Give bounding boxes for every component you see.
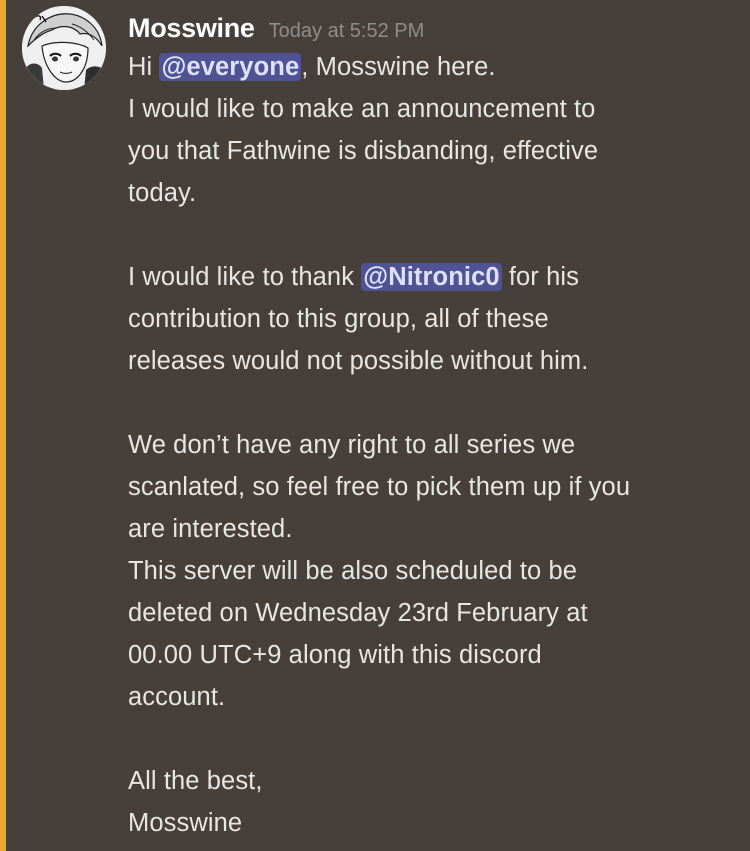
message-line: This server will be also scheduled to be bbox=[128, 557, 578, 585]
message-content: Mosswine Today at 5:52 PM Hi @everyone, … bbox=[128, 6, 740, 844]
mention-everyone[interactable]: @everyone bbox=[159, 53, 302, 81]
message-line: contribution to this group, all of these bbox=[128, 305, 549, 333]
message-line: scanlated, so feel free to pick them up … bbox=[128, 473, 631, 501]
message-body: Hi @everyone, Mosswine here. I would lik… bbox=[128, 46, 740, 844]
avatar[interactable] bbox=[22, 6, 106, 90]
message-header: Mosswine Today at 5:52 PM bbox=[128, 6, 740, 50]
message-line: are interested. bbox=[128, 515, 293, 543]
mention-nitronic0[interactable]: @Nitronic0 bbox=[361, 263, 502, 291]
message-line: today. bbox=[128, 179, 197, 207]
message-line: I would like to make an announcement to bbox=[128, 95, 596, 123]
message-line: We don’t have any right to all series we bbox=[128, 431, 576, 459]
text-segment: , Mosswine here. bbox=[301, 53, 496, 81]
username[interactable]: Mosswine bbox=[128, 6, 255, 50]
message-line: Mosswine bbox=[128, 809, 243, 837]
message-line: releases would not possible without him. bbox=[128, 347, 589, 375]
anime-character-avatar-icon bbox=[22, 6, 106, 90]
message-line: account. bbox=[128, 683, 226, 711]
message-line: you that Fathwine is disbanding, effecti… bbox=[128, 137, 599, 165]
text-segment: Hi bbox=[128, 53, 160, 81]
message-line: All the best, bbox=[128, 767, 263, 795]
message-line: deleted on Wednesday 23rd February at bbox=[128, 599, 588, 627]
message-highlight-bar bbox=[0, 0, 6, 851]
message-line: 00.00 UTC+9 along with this discord bbox=[128, 641, 542, 669]
text-segment: for his bbox=[501, 263, 579, 291]
text-segment: I would like to thank bbox=[128, 263, 362, 291]
message-line: Hi @everyone, Mosswine here. bbox=[128, 46, 740, 88]
message-line: I would like to thank @Nitronic0 for his bbox=[128, 256, 740, 298]
